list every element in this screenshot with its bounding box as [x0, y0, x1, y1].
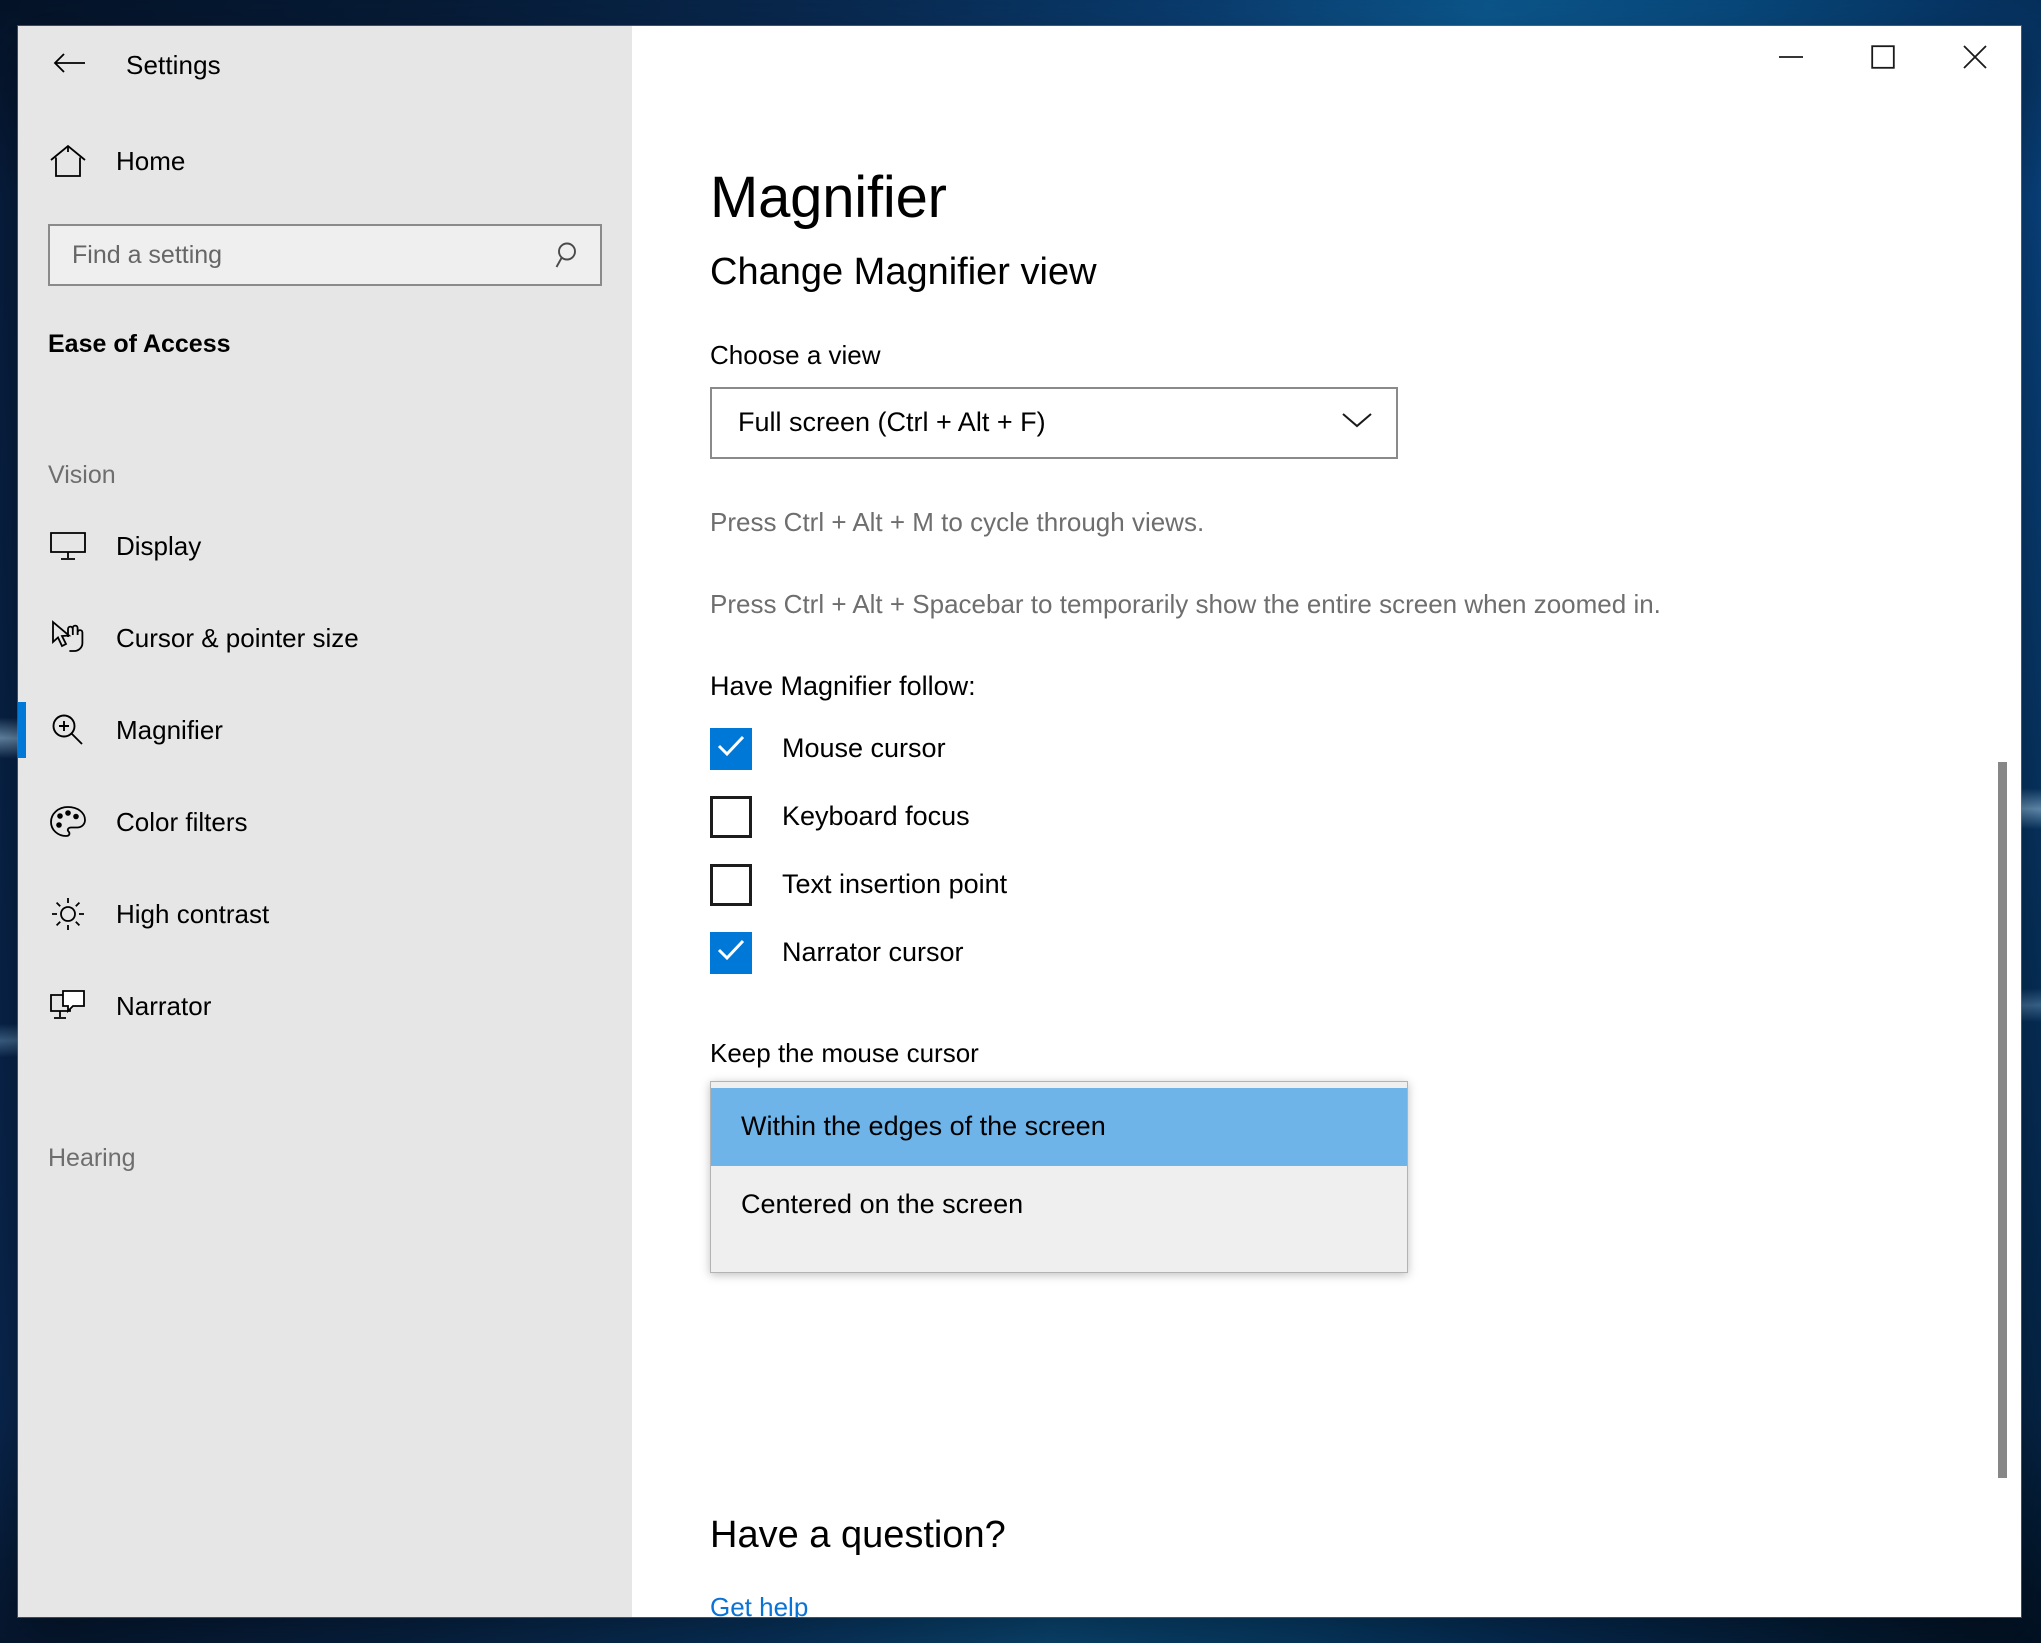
title-bar-right: [632, 26, 2021, 104]
have-question-heading: Have a question?: [710, 1514, 1006, 1556]
sidebar-item-label: Home: [116, 145, 186, 176]
window-body: Home Ease of Access Vision: [18, 104, 2021, 1617]
choose-view-select[interactable]: Full screen (Ctrl + Alt + F): [710, 386, 1398, 459]
follow-label: Have Magnifier follow:: [710, 670, 976, 701]
keep-cursor-label: Keep the mouse cursor: [710, 1037, 979, 1068]
checkbox-narrator-cursor[interactable]: [710, 931, 752, 974]
sidebar-item-magnifier[interactable]: Magnifier: [18, 684, 632, 776]
sidebar-item-narrator[interactable]: Narrator: [18, 960, 632, 1052]
checkbox-row-mouse-cursor[interactable]: Mouse cursor: [710, 727, 946, 770]
magnifier-icon: [48, 711, 102, 749]
pointer-icon: [48, 619, 102, 657]
checkbox-label: Keyboard focus: [782, 801, 970, 832]
sidebar-item-label: High contrast: [116, 898, 270, 929]
close-button[interactable]: [1929, 26, 2021, 88]
dropdown-option-within-edges[interactable]: Within the edges of the screen: [711, 1087, 1407, 1166]
sun-icon: [48, 895, 102, 933]
sidebar-item-label: Narrator: [116, 990, 212, 1021]
sidebar-item-label: Magnifier: [116, 714, 223, 745]
nav-group-header-vision: Vision: [48, 461, 116, 489]
maximize-icon: [1871, 45, 1895, 69]
back-arrow-icon: [53, 50, 87, 81]
sidebar-item-high-contrast[interactable]: High contrast: [18, 868, 632, 960]
search-input[interactable]: [50, 226, 538, 284]
nav-group-header-hearing: Hearing: [48, 1144, 136, 1172]
search-icon[interactable]: [538, 226, 600, 284]
checkbox-label: Narrator cursor: [782, 937, 964, 968]
palette-icon: [48, 803, 102, 841]
hint-show-entire-screen: Press Ctrl + Alt + Spacebar to temporari…: [710, 588, 1661, 619]
search-box[interactable]: [48, 224, 602, 286]
checkbox-text-insertion-point[interactable]: [710, 863, 752, 906]
choose-view-label: Choose a view: [710, 339, 881, 370]
sidebar-item-home[interactable]: Home: [18, 130, 632, 192]
sidebar-item-label: Cursor & pointer size: [116, 622, 359, 653]
close-icon: [1962, 44, 1988, 70]
minimize-button[interactable]: [1745, 26, 1837, 88]
checkbox-keyboard-focus[interactable]: [710, 795, 752, 838]
get-help-link[interactable]: Get help: [710, 1592, 808, 1617]
chevron-down-icon: [1340, 410, 1374, 435]
sidebar-item-label: Color filters: [116, 806, 248, 837]
dropdown-option-label: Centered on the screen: [741, 1189, 1024, 1220]
minimize-icon: [1778, 50, 1804, 64]
maximize-button[interactable]: [1837, 26, 1929, 88]
check-icon: [716, 938, 746, 967]
sidebar-item-label: Display: [116, 530, 202, 561]
settings-window: Settings Home Find a setting Ease of Acc…: [18, 26, 2021, 1617]
sidebar-item-display[interactable]: Display: [18, 500, 632, 592]
checkbox-row-narrator-cursor[interactable]: Narrator cursor: [710, 931, 964, 974]
title-bar-left: Settings: [18, 26, 632, 104]
choose-view-value: Full screen (Ctrl + Alt + F): [738, 407, 1046, 438]
checkbox-label: Mouse cursor: [782, 733, 946, 764]
sidebar-item-cursor-pointer-size[interactable]: Cursor & pointer size: [18, 592, 632, 684]
hint-cycle-views: Press Ctrl + Alt + M to cycle through vi…: [710, 506, 1205, 537]
dropdown-option-centered[interactable]: Centered on the screen: [711, 1166, 1407, 1244]
main-content: Magnifier Change Magnifier view Choose a…: [632, 104, 2021, 1617]
page-title: Magnifier: [710, 165, 947, 230]
content-scrollbar[interactable]: [1998, 762, 2007, 1478]
dropdown-option-label: Within the edges of the screen: [741, 1111, 1106, 1142]
checkbox-row-keyboard-focus[interactable]: Keyboard focus: [710, 795, 970, 838]
checkbox-label: Text insertion point: [782, 869, 1008, 900]
window-title: Settings: [126, 49, 221, 80]
monitor-icon: [48, 529, 102, 563]
check-icon: [716, 734, 746, 763]
narrator-icon: [48, 987, 102, 1025]
keep-cursor-dropdown-popup: Within the edges of the screen Centered …: [710, 1080, 1408, 1273]
sidebar-item-color-filters[interactable]: Color filters: [18, 776, 632, 868]
home-icon: [48, 143, 102, 179]
sidebar-category-title: Ease of Access: [48, 330, 231, 358]
back-button[interactable]: [32, 35, 108, 95]
sidebar: Home Ease of Access Vision: [18, 104, 632, 1617]
title-bar: Settings: [18, 26, 2021, 104]
checkbox-row-text-insertion-point[interactable]: Text insertion point: [710, 863, 1008, 906]
section-heading: Change Magnifier view: [710, 250, 1097, 293]
checkbox-mouse-cursor[interactable]: [710, 727, 752, 770]
